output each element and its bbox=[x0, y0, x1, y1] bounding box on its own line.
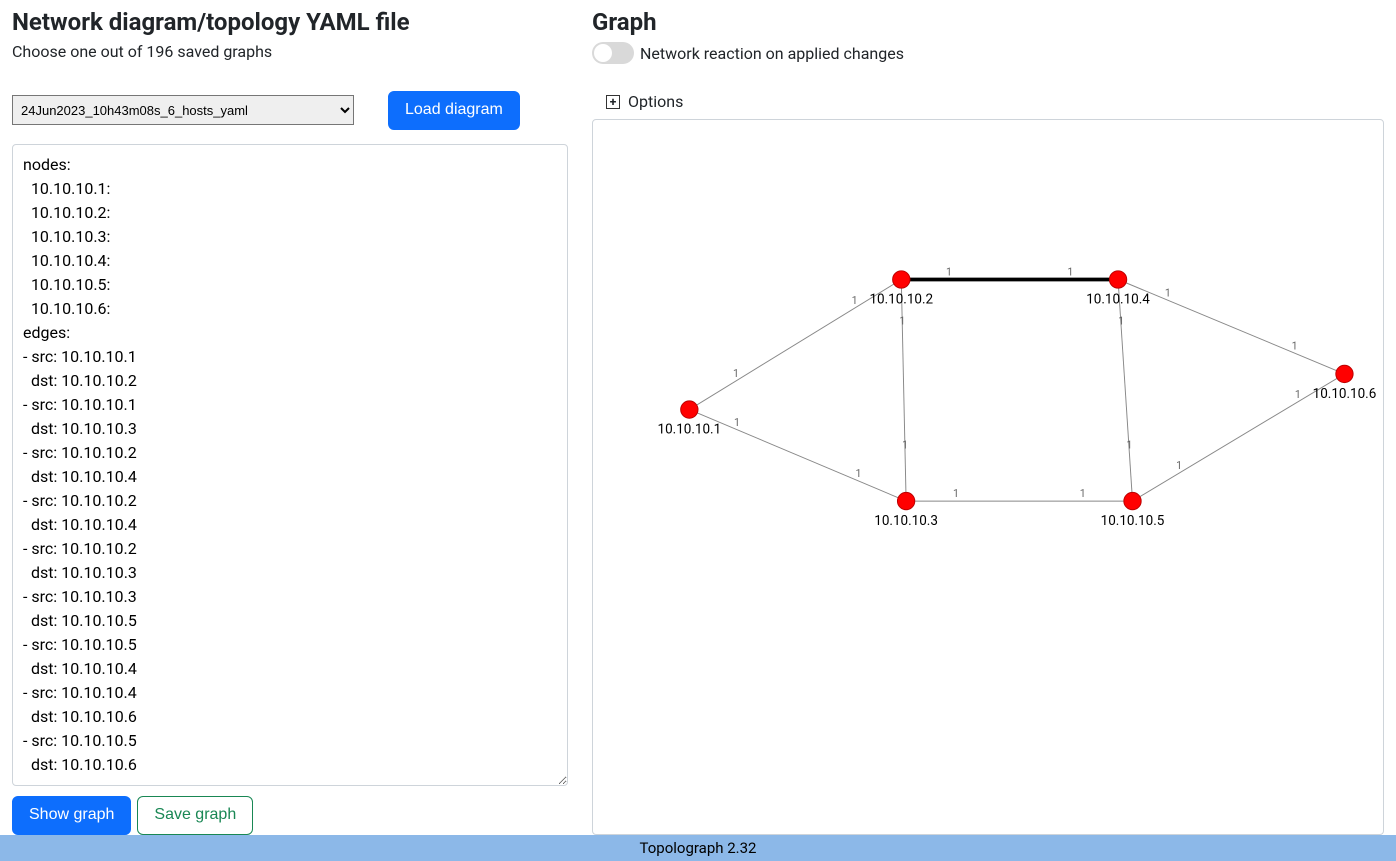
graph-node-label: 10.10.10.2 bbox=[869, 292, 933, 308]
graph-node[interactable] bbox=[1336, 365, 1353, 382]
edge-weight-label: 1 bbox=[1080, 487, 1086, 500]
network-reaction-toggle[interactable] bbox=[592, 42, 634, 64]
edge-weight-label: 1 bbox=[1176, 459, 1182, 472]
graph-node[interactable] bbox=[1109, 271, 1126, 288]
saved-graph-subtitle: Choose one out of 196 saved graphs bbox=[12, 42, 568, 61]
edge-weight-label: 1 bbox=[1067, 266, 1073, 279]
edge-weight-label: 1 bbox=[733, 367, 739, 380]
graph-node[interactable] bbox=[681, 401, 698, 418]
options-expander[interactable]: + Options bbox=[606, 92, 1384, 111]
graph-node[interactable] bbox=[893, 271, 910, 288]
edge-weight-label: 1 bbox=[1295, 388, 1301, 401]
edge-weight-label: 1 bbox=[953, 487, 959, 500]
load-diagram-button[interactable]: Load diagram bbox=[388, 91, 520, 130]
options-label: Options bbox=[628, 92, 683, 111]
network-reaction-label: Network reaction on applied changes bbox=[640, 44, 904, 63]
graph-edge[interactable] bbox=[1118, 280, 1132, 502]
graph-edge[interactable] bbox=[689, 410, 906, 502]
graph-canvas[interactable]: 1 1 1 1 1 1 1 1 1 1 1 1 1 1 1 1 10.10.10.1 10.10.10.2 10.1… bbox=[592, 119, 1384, 835]
graph-node-label: 10.10.10.5 bbox=[1101, 513, 1165, 529]
graph-node-label: 10.10.10.3 bbox=[874, 513, 938, 529]
edge-weight-label: 1 bbox=[899, 314, 905, 327]
footer-text: Topolograph 2.32 bbox=[640, 839, 757, 857]
plus-icon: + bbox=[606, 95, 620, 109]
edge-weight-label: 1 bbox=[902, 438, 908, 451]
edge-weight-label: 1 bbox=[855, 467, 861, 480]
edge-weight-label: 1 bbox=[1292, 339, 1298, 352]
graph-edge[interactable] bbox=[901, 280, 906, 502]
graph-edge[interactable] bbox=[1118, 280, 1344, 374]
edge-weight-label: 1 bbox=[1165, 286, 1171, 299]
show-graph-button[interactable]: Show graph bbox=[12, 796, 131, 835]
graph-node-label: 10.10.10.1 bbox=[658, 422, 722, 438]
save-graph-button[interactable]: Save graph bbox=[137, 796, 253, 835]
graph-node[interactable] bbox=[1124, 492, 1141, 509]
saved-graph-select[interactable]: 24Jun2023_10h43m08s_6_hosts_yaml bbox=[12, 95, 354, 125]
footer-bar: Topolograph 2.32 bbox=[0, 835, 1396, 861]
graph-node-label: 10.10.10.4 bbox=[1086, 292, 1150, 308]
edge-weight-label: 1 bbox=[734, 416, 740, 429]
yaml-textarea[interactable] bbox=[12, 144, 568, 786]
graph-node[interactable] bbox=[897, 492, 914, 509]
edge-weight-label: 1 bbox=[1126, 438, 1132, 451]
edge-weight-label: 1 bbox=[1118, 314, 1124, 327]
graph-panel-title: Graph bbox=[592, 8, 1384, 36]
edge-weight-label: 1 bbox=[946, 266, 952, 279]
graph-node-label: 10.10.10.6 bbox=[1313, 386, 1377, 402]
left-panel-title: Network diagram/topology YAML file bbox=[12, 8, 568, 36]
edge-weight-label: 1 bbox=[852, 294, 858, 307]
